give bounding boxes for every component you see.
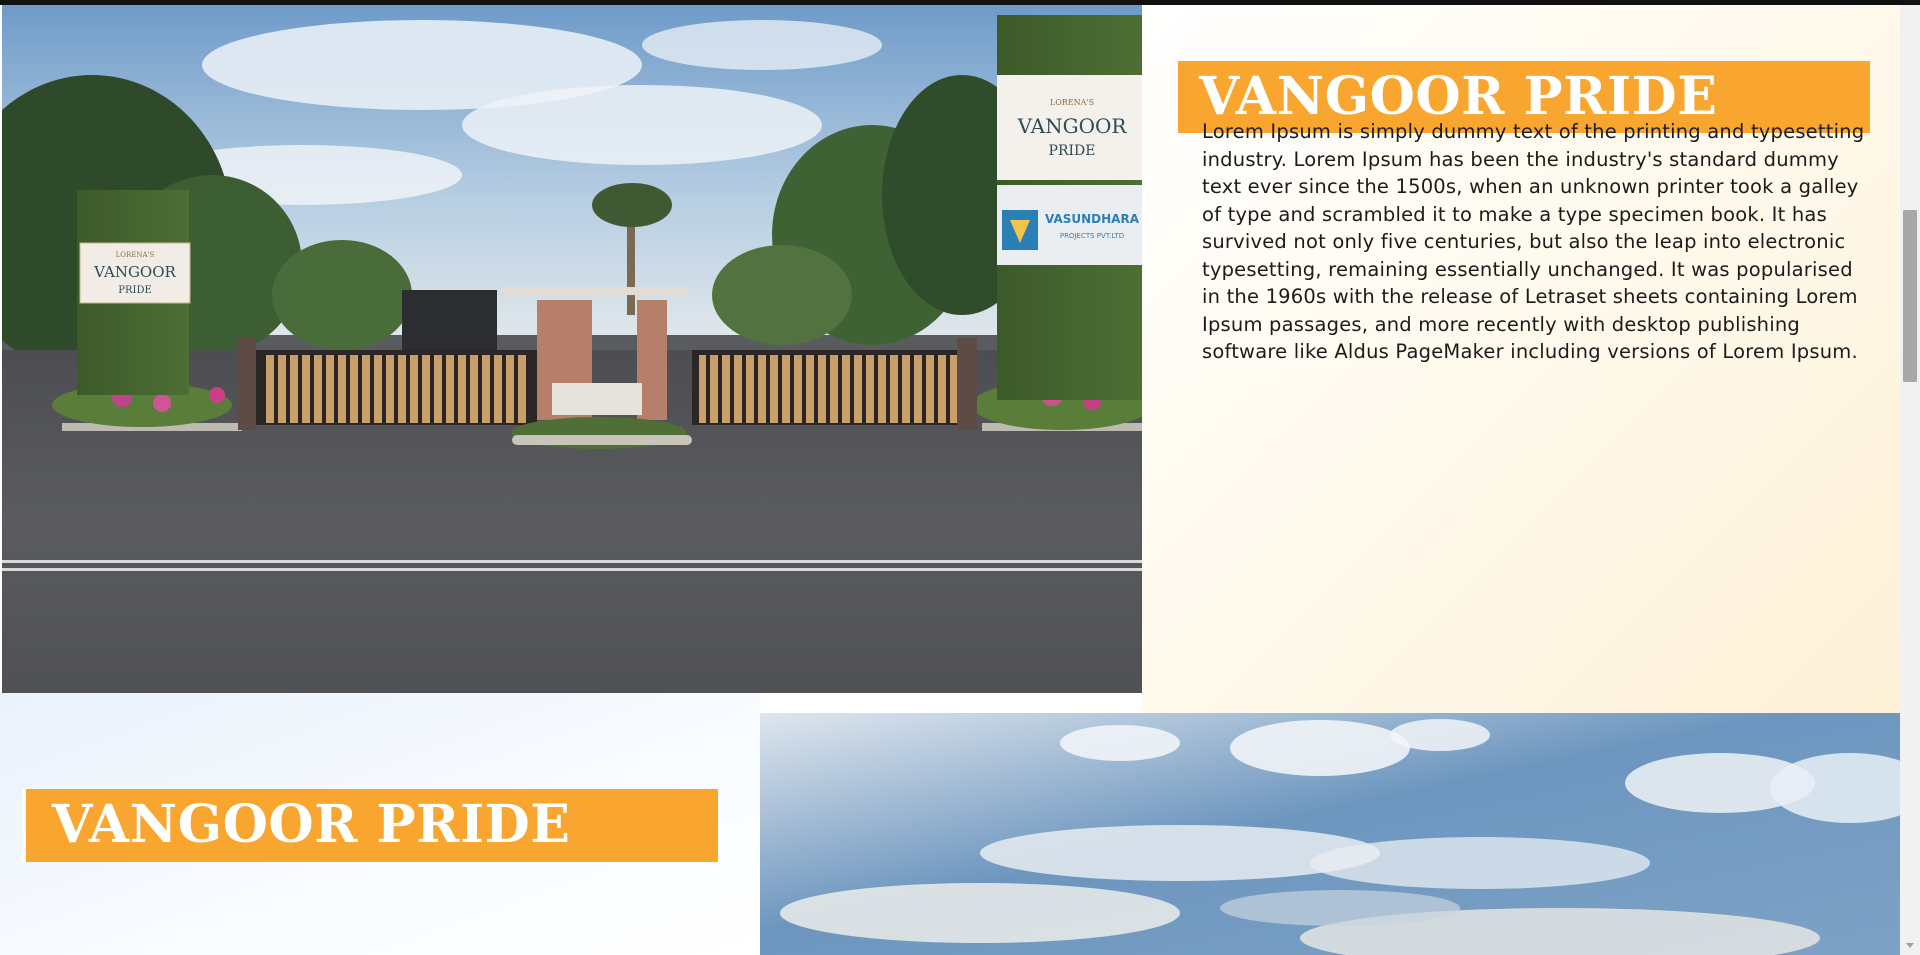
right-sign-small: LORENA'S [1050, 98, 1094, 107]
project-section-1: LORENA'S VANGOOR PRIDE LORENA'S VANGOOR … [0, 5, 1900, 713]
page-scrollbar[interactable] [1900, 5, 1920, 955]
down-arrow-icon[interactable] [1906, 943, 1914, 948]
project-title-secondary: VANGOOR PRIDE [22, 789, 718, 863]
left-sign-name: VANGOOR [93, 263, 176, 281]
project-section-2: VANGOOR PRIDE [0, 693, 1900, 955]
project-description-panel: VANGOOR PRIDE Lorem Ipsum is simply dumm… [1142, 5, 1900, 713]
scrollbar-thumb[interactable] [1903, 210, 1917, 382]
project-title-panel: VANGOOR PRIDE [0, 693, 760, 955]
right-sign-name: VANGOOR [1017, 114, 1128, 138]
entrance-gate-image: LORENA'S VANGOOR PRIDE LORENA'S VANGOOR … [2, 5, 1142, 693]
sky-image [760, 713, 1900, 955]
left-sign-small: LORENA'S [116, 251, 155, 259]
right-sign-company: VASUNDHARA [1045, 212, 1140, 226]
right-sign-sub: PRIDE [1049, 143, 1096, 159]
left-sign-sub: PRIDE [118, 285, 152, 296]
project-description: Lorem Ipsum is simply dummy text of the … [1202, 120, 1865, 363]
right-sign-company-sub: PROJECTS PVT.LTD [1060, 232, 1124, 240]
